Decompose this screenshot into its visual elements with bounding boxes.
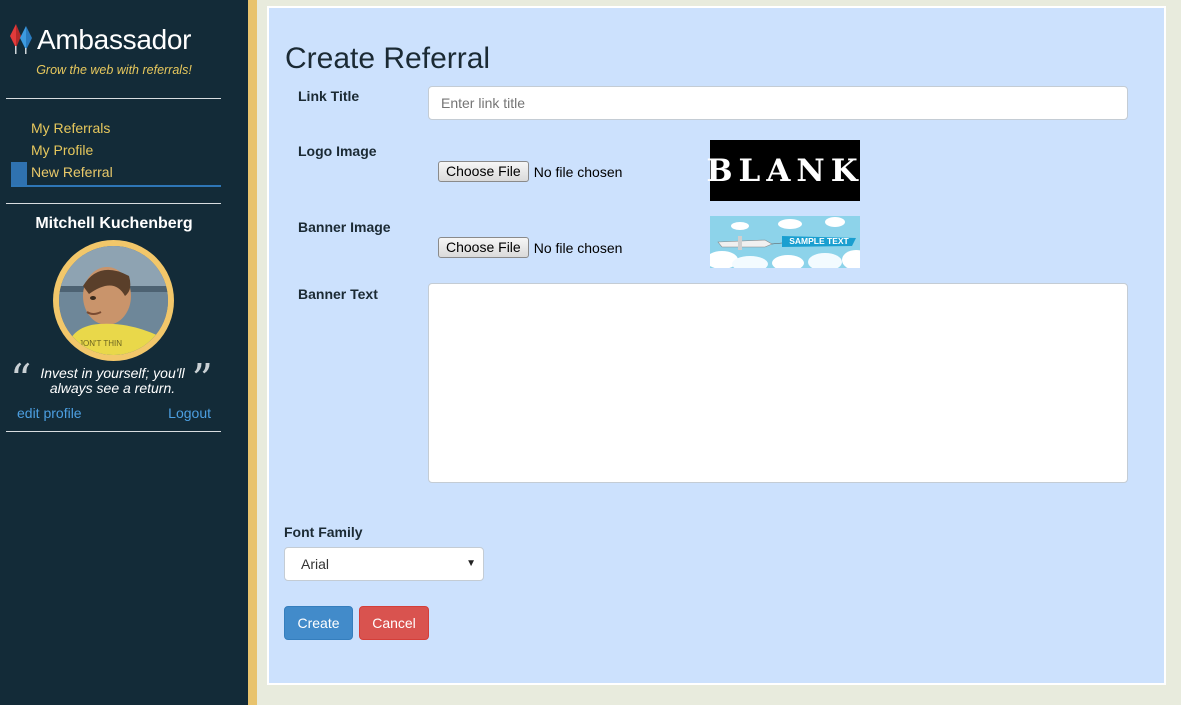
font-family-selected: Arial <box>301 556 330 572</box>
brand-tagline: Grow the web with referrals! <box>36 63 192 77</box>
logo-image-label: Logo Image <box>298 143 377 159</box>
sidebar-accent-stripe <box>248 0 257 705</box>
logout-link[interactable]: Logout <box>168 405 211 421</box>
sidebar: Ambassador Grow the web with referrals! … <box>0 0 248 705</box>
link-title-input[interactable] <box>428 86 1128 120</box>
logo-file-status: No file chosen <box>533 163 623 180</box>
cancel-button[interactable]: Cancel <box>359 606 429 640</box>
link-title-label: Link Title <box>298 88 360 104</box>
banner-text-label: Banner Text <box>298 286 378 302</box>
avatar: JON'T THIN <box>53 240 174 361</box>
banner-file-picker: Choose File No file chosen <box>438 237 622 258</box>
svg-text:JON'T THIN: JON'T THIN <box>79 339 122 348</box>
nav-item-new-referral[interactable]: New Referral <box>11 162 221 187</box>
create-button[interactable]: Create <box>284 606 353 640</box>
divider <box>6 203 221 204</box>
profile-links: edit profile Logout <box>17 405 211 421</box>
banner-text-area[interactable] <box>428 283 1128 483</box>
divider <box>6 98 221 99</box>
font-family-label: Font Family <box>284 524 363 540</box>
close-quote-icon: ” <box>191 355 213 404</box>
ambassador-flags-icon <box>10 24 32 54</box>
user-quote: “ Invest in yourself; you'll always see … <box>10 359 215 401</box>
banner-preview-image: SAMPLE TEXT <box>710 216 860 268</box>
nav-item-my-referrals[interactable]: My Referrals <box>11 119 221 141</box>
banner-image-label: Banner Image <box>298 219 391 235</box>
open-quote-icon: “ <box>10 355 32 404</box>
avatar-photo: JON'T THIN <box>59 246 168 355</box>
banner-file-status: No file chosen <box>533 239 623 256</box>
logo-file-picker: Choose File No file chosen <box>438 161 622 182</box>
sidebar-nav: My Referrals My Profile New Referral <box>11 119 221 187</box>
brand-logo[interactable]: Ambassador <box>10 22 191 58</box>
logo-preview-text: BLANK <box>706 152 864 189</box>
edit-profile-link[interactable]: edit profile <box>17 405 82 421</box>
logo-choose-file-button[interactable]: Choose File <box>438 161 529 182</box>
banner-choose-file-button[interactable]: Choose File <box>438 237 529 258</box>
logo-preview-image: BLANK <box>706 140 860 201</box>
divider <box>6 431 221 432</box>
nav-item-my-profile[interactable]: My Profile <box>11 141 221 163</box>
chevron-down-icon: ▼ <box>466 558 476 569</box>
brand-name: Ambassador <box>37 24 192 55</box>
page-title: Create Referral <box>285 42 491 75</box>
user-name: Mitchell Kuchenberg <box>35 215 193 232</box>
quote-text: Invest in yourself; you'll always see a … <box>40 365 185 396</box>
font-family-select[interactable]: Arial ▼ <box>284 547 484 581</box>
create-referral-panel: Create Referral Link Title Logo Image Ch… <box>267 6 1166 685</box>
banner-preview-text: SAMPLE TEXT <box>789 236 849 246</box>
